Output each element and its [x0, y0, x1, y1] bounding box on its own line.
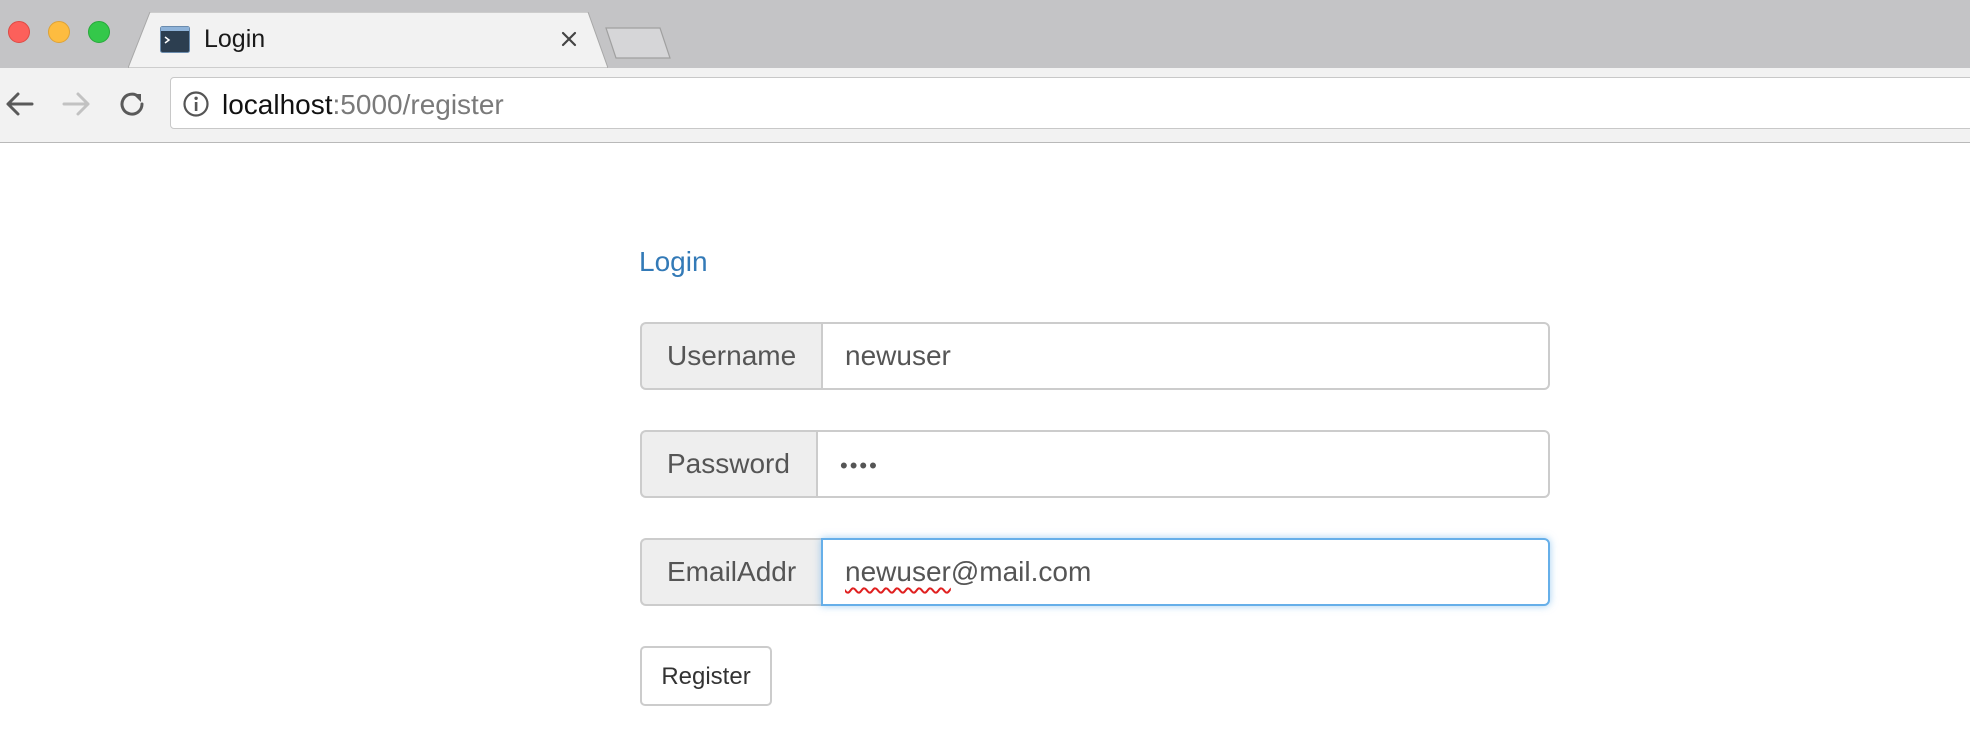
url-host: localhost	[222, 89, 333, 120]
email-field[interactable]: newuser@mail.com	[821, 538, 1550, 606]
password-field[interactable]: ••••	[816, 430, 1550, 498]
window-close-button[interactable]	[8, 21, 30, 43]
password-input-group: Password ••••	[640, 430, 1550, 498]
login-link[interactable]: Login	[639, 246, 708, 278]
forward-arrow-icon[interactable]	[58, 86, 94, 122]
back-arrow-icon[interactable]	[2, 86, 38, 122]
email-label: EmailAddr	[640, 538, 821, 606]
username-input-group: Username newuser	[640, 322, 1550, 390]
password-label: Password	[640, 430, 816, 498]
window-minimize-button[interactable]	[48, 21, 70, 43]
window-maximize-button[interactable]	[88, 21, 110, 43]
email-value-domain: @mail.com	[950, 556, 1092, 587]
username-label: Username	[640, 322, 821, 390]
register-button[interactable]: Register	[640, 646, 772, 706]
url-path: :5000/register	[332, 89, 504, 120]
email-input-group: EmailAddr newuser@mail.com	[640, 538, 1550, 606]
new-tab-button[interactable]	[604, 26, 674, 60]
reload-icon[interactable]	[114, 86, 150, 122]
username-field[interactable]: newuser	[821, 322, 1550, 390]
close-icon[interactable]	[556, 26, 582, 52]
browser-tab[interactable]	[128, 12, 608, 68]
password-masked-value: ••••	[840, 453, 879, 478]
terminal-icon	[160, 26, 190, 53]
email-value-misspelled: newuser	[845, 556, 951, 587]
url-text[interactable]: localhost:5000/register	[222, 89, 504, 121]
info-icon[interactable]	[182, 90, 210, 118]
tab-title: Login	[204, 25, 266, 53]
